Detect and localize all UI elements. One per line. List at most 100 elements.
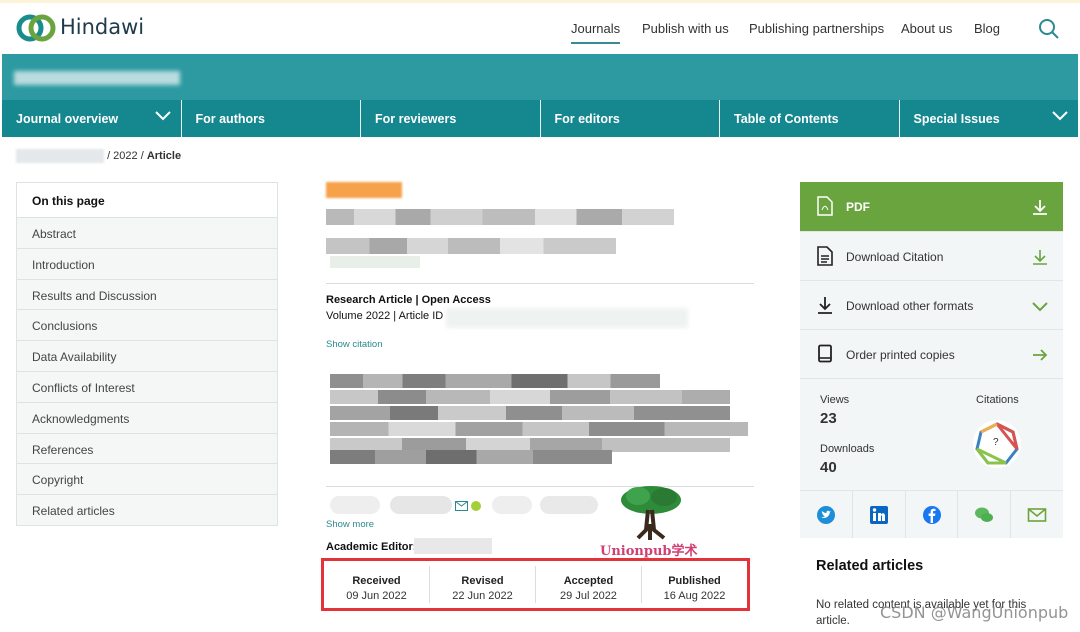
redacted-title-line bbox=[326, 238, 616, 254]
journal-nav: Journal overview For authors For reviewe… bbox=[2, 100, 1078, 137]
article-metrics: Views 23 Downloads 40 Citations ? bbox=[800, 378, 1063, 490]
pdf-label: PDF bbox=[846, 200, 870, 214]
linkedin-icon bbox=[869, 506, 888, 524]
date-accepted: Accepted 29 Jul 2022 bbox=[535, 566, 641, 603]
date-value: 16 Aug 2022 bbox=[663, 590, 726, 602]
order-printed-copies-button[interactable]: Order printed copies bbox=[800, 329, 1063, 378]
redacted-title-line bbox=[326, 209, 674, 225]
pdf-file-icon bbox=[817, 196, 833, 216]
share-linkedin[interactable] bbox=[851, 491, 905, 538]
nav-publish-with-us[interactable]: Publish with us bbox=[642, 21, 729, 36]
toc-item[interactable]: Conclusions bbox=[17, 309, 277, 341]
redacted-abstract-line bbox=[330, 390, 730, 404]
date-received: Received 09 Jun 2022 bbox=[324, 566, 429, 603]
top-accent-line bbox=[0, 0, 1080, 3]
redacted-title-line bbox=[330, 256, 420, 268]
share-email[interactable] bbox=[1010, 491, 1063, 538]
redacted-author[interactable] bbox=[330, 496, 380, 514]
redacted-abstract-line bbox=[330, 422, 748, 436]
redacted-author[interactable] bbox=[540, 496, 598, 514]
jnav-table-of-contents[interactable]: Table of Contents bbox=[719, 100, 899, 137]
show-more-link[interactable]: Show more bbox=[326, 519, 374, 530]
article-type: Research Article | Open Access bbox=[326, 294, 491, 306]
share-facebook[interactable] bbox=[904, 491, 958, 538]
jnav-special-issues[interactable]: Special Issues bbox=[898, 100, 1079, 137]
related-articles-title: Related articles bbox=[816, 558, 924, 574]
document-icon bbox=[817, 246, 833, 266]
toc-item[interactable]: Introduction bbox=[17, 247, 277, 279]
academic-editor-label: Academic Editor: bbox=[326, 541, 417, 553]
hindawi-logo-icon[interactable] bbox=[16, 12, 56, 44]
date-label: Published bbox=[668, 575, 721, 587]
toc-item[interactable]: Results and Discussion bbox=[17, 278, 277, 310]
toc-item[interactable]: Acknowledgments bbox=[17, 401, 277, 433]
action-label: Download other formats bbox=[846, 299, 974, 313]
jnav-journal-overview[interactable]: Journal overview bbox=[2, 100, 181, 137]
toc-item[interactable]: Related articles bbox=[17, 494, 277, 525]
views-label: Views bbox=[820, 394, 850, 406]
date-value: 09 Jun 2022 bbox=[346, 590, 407, 602]
download-other-formats-button[interactable]: Download other formats bbox=[800, 280, 1063, 329]
redacted-abstract-line bbox=[330, 374, 660, 388]
jnav-for-editors[interactable]: For editors bbox=[539, 100, 720, 137]
mail-icon[interactable] bbox=[455, 501, 468, 511]
csdn-watermark: CSDN @WangUnionpub bbox=[880, 603, 1069, 622]
toc-item[interactable]: Data Availability bbox=[17, 340, 277, 371]
redacted-abstract-line bbox=[330, 450, 612, 464]
download-citation-button[interactable]: Download Citation bbox=[800, 231, 1063, 280]
jnav-label: Special Issues bbox=[913, 112, 1000, 126]
arrow-right-icon bbox=[1033, 349, 1048, 361]
action-label: Order printed copies bbox=[846, 348, 955, 362]
orcid-icon[interactable] bbox=[471, 501, 481, 511]
redacted-journal-link[interactable] bbox=[16, 149, 104, 163]
date-revised: Revised 22 Jun 2022 bbox=[429, 566, 535, 603]
chevron-down-icon bbox=[1052, 111, 1068, 121]
chevron-down-icon bbox=[1032, 302, 1048, 312]
citations-label: Citations bbox=[976, 394, 1019, 406]
date-value: 29 Jul 2022 bbox=[560, 590, 617, 602]
search-icon[interactable] bbox=[1038, 18, 1060, 40]
show-citation-link[interactable]: Show citation bbox=[326, 339, 383, 350]
stamp-label: Unionpub学术 bbox=[600, 544, 698, 559]
downloads-label: Downloads bbox=[820, 443, 875, 455]
nav-journals[interactable]: Journals bbox=[571, 21, 621, 44]
redacted-author[interactable] bbox=[390, 496, 452, 514]
share-twitter[interactable] bbox=[800, 491, 852, 538]
download-icon bbox=[818, 297, 832, 314]
brand-name[interactable]: Hindawi bbox=[60, 15, 144, 39]
date-label: Received bbox=[352, 575, 401, 587]
jnav-for-authors[interactable]: For authors bbox=[180, 100, 361, 137]
chevron-down-icon bbox=[154, 111, 171, 121]
toc-item[interactable]: Copyright bbox=[17, 463, 277, 495]
redacted-abstract-line bbox=[330, 406, 730, 420]
redacted-label bbox=[326, 182, 402, 198]
nav-publishing-partnerships[interactable]: Publishing partnerships bbox=[749, 21, 884, 36]
divider bbox=[326, 283, 754, 284]
table-of-contents: On this page Abstract Introduction Resul… bbox=[16, 182, 278, 526]
breadcrumb-year[interactable]: / 2022 / bbox=[107, 150, 144, 162]
tree-stamp-icon bbox=[621, 486, 681, 540]
download-icon bbox=[1033, 250, 1047, 265]
views-value: 23 bbox=[820, 410, 837, 427]
nav-about-us[interactable]: About us bbox=[901, 21, 952, 36]
date-value: 22 Jun 2022 bbox=[452, 590, 513, 602]
breadcrumb: / 2022 / Article bbox=[16, 149, 181, 163]
action-label: Download Citation bbox=[846, 250, 944, 264]
redacted-article-id bbox=[446, 308, 688, 328]
divider bbox=[326, 486, 754, 487]
download-icon bbox=[1033, 200, 1047, 215]
facebook-icon bbox=[922, 506, 941, 524]
nav-blog[interactable]: Blog bbox=[974, 21, 1000, 36]
jnav-for-reviewers[interactable]: For reviewers bbox=[360, 100, 540, 137]
breadcrumb-current: Article bbox=[146, 149, 182, 162]
pdf-download-button[interactable]: PDF bbox=[800, 182, 1063, 231]
redacted-editor[interactable] bbox=[414, 538, 492, 554]
toc-item[interactable]: References bbox=[17, 432, 277, 464]
toc-item[interactable]: Conflicts of Interest bbox=[17, 370, 277, 402]
share-wechat[interactable] bbox=[957, 491, 1010, 538]
publication-dates: Received 09 Jun 2022 Revised 22 Jun 2022 A… bbox=[321, 558, 750, 611]
article-volume: Volume 2022 | Article ID bbox=[326, 310, 444, 322]
redacted-author[interactable] bbox=[492, 496, 532, 514]
toc-item[interactable]: Abstract bbox=[17, 217, 277, 248]
downloads-value: 40 bbox=[820, 459, 837, 476]
